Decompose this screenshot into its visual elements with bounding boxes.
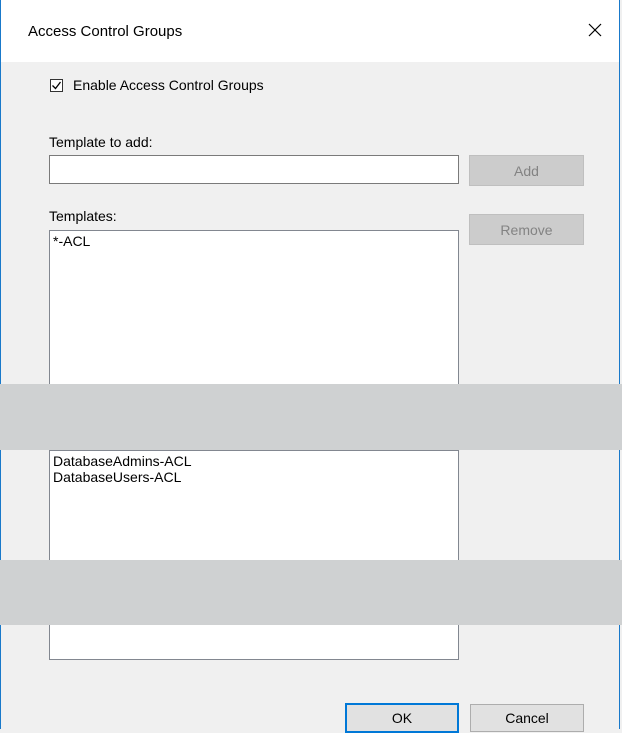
enable-acg-row[interactable]: Enable Access Control Groups [50,77,264,93]
close-button[interactable] [573,12,617,48]
list-item[interactable]: DatabaseUsers-ACL [53,469,455,485]
redaction-bar [0,560,622,625]
title-bar: Access Control Groups [1,0,619,62]
enable-acg-checkbox[interactable] [50,78,63,92]
ok-button[interactable]: OK [345,703,459,733]
dialog-title: Access Control Groups [28,23,183,40]
list-item[interactable]: DatabaseAdmins-ACL [53,453,455,469]
remove-button[interactable]: Remove [469,214,584,245]
enable-acg-label: Enable Access Control Groups [73,77,264,93]
list-item[interactable]: *-ACL [53,233,455,249]
checkmark-icon [52,81,62,89]
templates-listbox[interactable]: *-ACL [49,230,459,390]
add-button[interactable]: Add [469,155,584,186]
template-to-add-input[interactable] [49,155,459,184]
cancel-button[interactable]: Cancel [470,704,584,732]
groups-listbox[interactable]: DatabaseAdmins-ACL DatabaseUsers-ACL [49,450,459,660]
template-to-add-label: Template to add: [49,134,153,150]
templates-label: Templates: [49,208,117,224]
close-icon [588,23,602,37]
redaction-bar [0,384,622,450]
